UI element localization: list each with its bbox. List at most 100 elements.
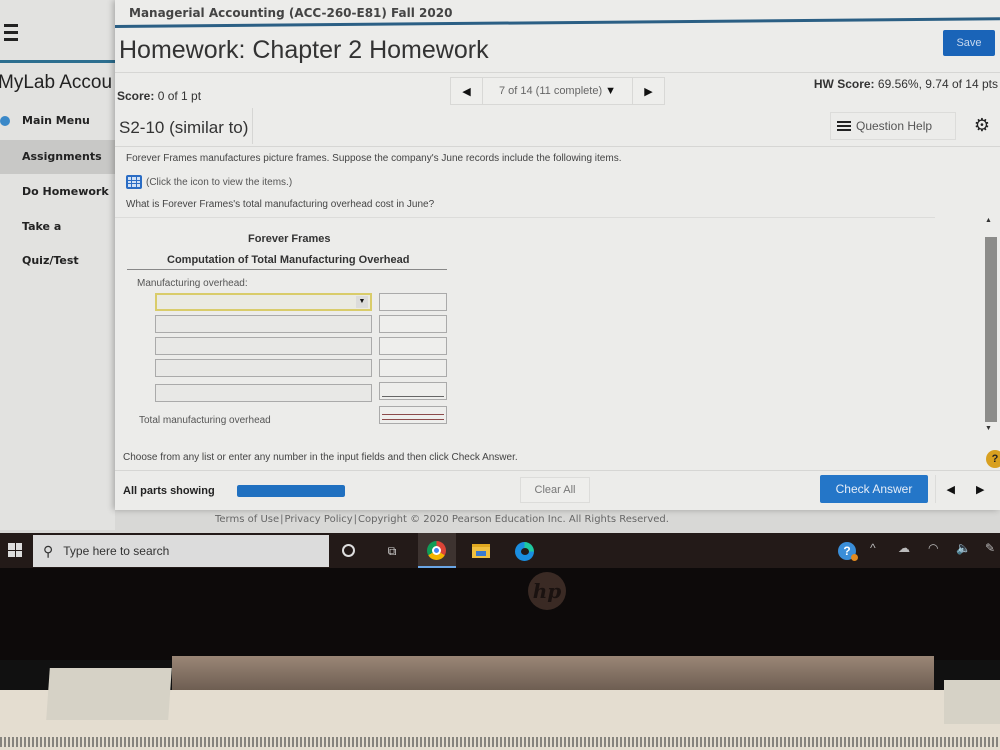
table-company-name: Forever Frames — [248, 233, 331, 245]
overhead-item-select-1[interactable]: ▼ — [155, 293, 372, 311]
laptop-bezel — [0, 568, 1000, 660]
file-explorer-icon[interactable] — [472, 544, 490, 558]
question-intro: Forever Frames manufactures picture fram… — [126, 153, 622, 164]
privacy-link[interactable]: Privacy Policy — [285, 514, 353, 525]
sidebar-divider — [0, 60, 115, 63]
wifi-icon[interactable]: ◠ — [928, 541, 938, 555]
question-score: Score: 0 of 1 pt — [117, 89, 201, 103]
volume-icon[interactable]: 🔈 — [956, 541, 971, 555]
overhead-item-select-5[interactable] — [155, 384, 372, 402]
answer-footer: All parts showing Clear All Check Answer… — [115, 470, 1000, 508]
data-table-icon[interactable] — [126, 175, 142, 189]
scroll-down-icon[interactable]: ▼ — [985, 425, 992, 432]
parts-progress-bar — [237, 485, 345, 497]
cortana-icon[interactable] — [338, 541, 358, 561]
laptop-hinge — [172, 656, 934, 690]
previous-question-button[interactable]: ◀ — [451, 78, 483, 104]
caret-down-icon: ▼ — [605, 85, 617, 97]
clear-all-button[interactable]: Clear All — [520, 477, 590, 503]
chrome-icon — [427, 541, 446, 560]
question-id: S2-10 (similar to) — [115, 108, 254, 144]
previous-question-icon[interactable]: ◀ — [947, 483, 955, 496]
check-answer-button[interactable]: Check Answer — [820, 475, 928, 503]
search-icon: ⚲ — [43, 542, 54, 559]
parts-label: All parts showing — [123, 485, 215, 497]
homework-panel: Managerial Accounting (ACC-260-E81) Fall… — [114, 0, 1000, 510]
tray-help-icon[interactable]: ? — [838, 542, 858, 561]
sidebar-item-do-homework[interactable]: Do Homework — [0, 175, 115, 209]
overhead-amount-input-4[interactable] — [379, 359, 447, 377]
overhead-item-select-4[interactable] — [155, 359, 372, 377]
triangle-right-icon: ▶ — [644, 85, 653, 98]
question-navigator: ◀ 7 of 14 (11 complete) ▼ ▶ — [450, 77, 665, 105]
back-arrow-icon — [0, 116, 10, 126]
sidebar-item-label: Assignments — [22, 150, 102, 163]
question-position: 7 of 14 (11 complete) — [498, 85, 603, 97]
divider — [115, 217, 935, 218]
chevron-up-icon[interactable]: ^ — [870, 541, 876, 555]
overhead-amount-input-3[interactable] — [379, 337, 447, 355]
instructions: Choose from any list or enter any number… — [123, 452, 518, 463]
onedrive-icon[interactable]: ☁ — [898, 541, 910, 555]
question-help-button[interactable]: Question Help — [830, 112, 956, 140]
sidebar-item-label: Do Homework — [22, 185, 109, 198]
scroll-up-icon[interactable]: ▲ — [985, 217, 992, 224]
score-value: 0 of 1 pt — [157, 89, 202, 103]
table-divider — [127, 269, 447, 270]
question-help-label: Question Help — [856, 119, 933, 133]
question-header: S2-10 (similar to) Question Help ⚙ — [115, 108, 1000, 146]
sidebar-item-label: Take a Quiz/Test — [22, 220, 79, 267]
table-title: Computation of Total Manufacturing Overh… — [167, 254, 410, 266]
sidebar-item-assignments[interactable]: Assignments — [0, 140, 115, 174]
hp-logo-icon: hp — [528, 572, 566, 610]
hw-score: HW Score: 69.56%, 9.74 of 14 pts — [814, 77, 998, 91]
data-table-link[interactable]: (Click the icon to view the items.) — [126, 175, 292, 189]
score-label: Score: — [117, 89, 155, 103]
taskbar-chrome[interactable] — [418, 533, 456, 568]
task-view-icon[interactable]: ⧉ — [382, 541, 402, 561]
terms-link[interactable]: Terms of Use — [215, 514, 279, 525]
next-question-button[interactable]: ▶ — [632, 78, 664, 104]
total-label: Total manufacturing overhead — [139, 415, 271, 426]
content-scrollbar[interactable]: ▲ ▼ — [983, 207, 997, 432]
overhead-item-select-2[interactable] — [155, 315, 372, 333]
question-prompt: What is Forever Frames's total manufactu… — [126, 199, 435, 210]
edge-icon[interactable] — [515, 542, 534, 561]
hamburger-menu-icon[interactable] — [4, 24, 22, 42]
overhead-amount-input-5[interactable] — [379, 382, 447, 400]
sidebar-item-take-quiz[interactable]: Take a Quiz/Test — [0, 210, 115, 267]
list-icon — [837, 121, 851, 131]
taskbar-search[interactable]: ⚲ Type here to search — [33, 535, 329, 567]
brand-name: MyLab Accou — [0, 72, 113, 93]
triangle-left-icon: ◀ — [462, 85, 471, 98]
overhead-amount-input-2[interactable] — [379, 315, 447, 333]
parts-progress-fill — [237, 485, 345, 497]
score-row: Score: 0 of 1 pt ◀ 7 of 14 (11 complete)… — [115, 72, 1000, 108]
footer-question-nav: ◀ ▶ — [935, 475, 995, 503]
overhead-amount-input-1[interactable] — [379, 293, 447, 311]
screen: MyLab Accou Main Menu Assignments Do Hom… — [0, 0, 1000, 570]
total-overhead-input[interactable] — [379, 406, 447, 424]
search-placeholder: Type here to search — [63, 544, 170, 558]
sidebar: MyLab Accou Main Menu Assignments Do Hom… — [0, 0, 115, 530]
taskbar: ⚲ Type here to search ⧉ ? ^ ☁ ◠ 🔈 ✎ — [0, 533, 1000, 568]
question-selector[interactable]: 7 of 14 (11 complete) ▼ — [483, 85, 632, 97]
copyright: Copyright © 2020 Pearson Education Inc. … — [358, 514, 669, 525]
speaker-grille — [0, 737, 1000, 747]
next-question-icon[interactable]: ▶ — [976, 483, 984, 496]
save-button[interactable]: Save — [943, 30, 995, 56]
sidebar-item-label: Main Menu — [22, 114, 90, 127]
windows-start-icon[interactable] — [8, 543, 22, 557]
legal-footer: Terms of Use|Privacy Policy|Copyright © … — [215, 514, 669, 525]
dropdown-arrow-icon[interactable]: ▼ — [356, 296, 368, 308]
help-icon[interactable]: ? — [986, 450, 1000, 468]
gear-icon[interactable]: ⚙ — [974, 116, 990, 134]
hw-score-label: HW Score: — [813, 77, 875, 91]
course-title: Managerial Accounting (ACC-260-E81) Fall… — [129, 6, 453, 20]
scrollbar-thumb[interactable] — [985, 237, 997, 422]
click-hint: (Click the icon to view the items.) — [146, 176, 293, 188]
question-content: Forever Frames manufactures picture fram… — [115, 146, 1000, 446]
pen-icon[interactable]: ✎ — [985, 541, 995, 555]
sidebar-item-main-menu[interactable]: Main Menu — [0, 104, 115, 138]
overhead-item-select-3[interactable] — [155, 337, 372, 355]
